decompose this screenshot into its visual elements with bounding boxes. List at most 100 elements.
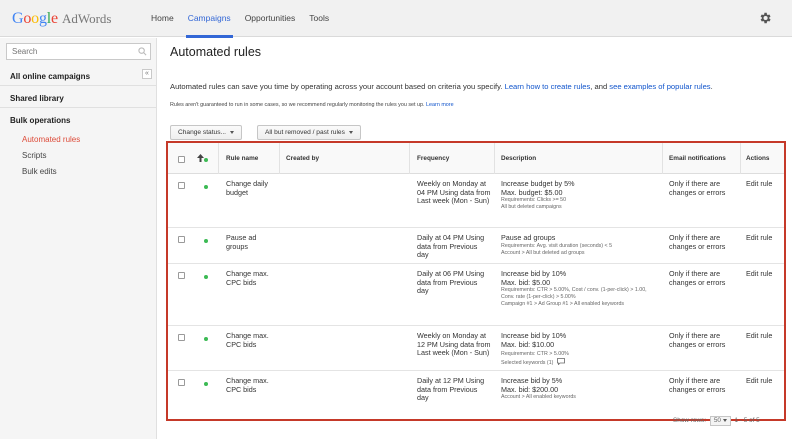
collapse-sidebar-button[interactable]: «	[142, 69, 152, 79]
rules-table: Rule name Created by Frequency Descripti…	[166, 141, 786, 421]
sidebar-item-shared-library[interactable]: Shared library	[0, 86, 156, 108]
description: Pause ad groups Requirements: Avg. visit…	[501, 233, 656, 257]
chevron-down-icon	[722, 418, 727, 422]
description-main: Increase bid by 10% Max. bid: $10.00	[501, 331, 567, 349]
row-checkbox[interactable]	[178, 272, 185, 279]
email-notifications: Only if there are changes or errors	[669, 376, 726, 394]
email-notifications: Only if there are changes or errors	[669, 331, 726, 349]
table-header: Rule name Created by Frequency Descripti…	[168, 143, 784, 174]
comment-icon[interactable]	[557, 358, 566, 366]
rule-name[interactable]: Change max. CPC bids	[226, 376, 274, 394]
table-row: Change daily budget Weekly on Monday at …	[168, 174, 784, 228]
column-divider	[662, 143, 663, 174]
email-notifications: Only if there are changes or errors	[669, 269, 726, 287]
description-main: Increase bid by 10% Max. bid: $5.00	[501, 269, 567, 287]
top-bar: Google AdWords Home Campaigns Opportunit…	[0, 0, 792, 38]
description-main: Increase bid by 5% Max. bid: $200.00	[501, 376, 563, 394]
sidebar-item-label: All online campaigns	[10, 72, 91, 81]
col-rule-name[interactable]: Rule name	[226, 155, 258, 162]
status-dot-icon	[204, 158, 208, 162]
frequency: Weekly on Monday at 12 PM Using data fro…	[417, 331, 491, 358]
sidebar-item-scripts[interactable]: Scripts	[22, 151, 46, 160]
edit-rule-link[interactable]: Edit rule	[746, 269, 774, 279]
change-status-label: Change status...	[178, 129, 227, 136]
intro-text: Automated rules can save you time by ope…	[170, 82, 775, 92]
col-description[interactable]: Description	[501, 155, 536, 162]
sidebar-item-all-campaigns[interactable]: All online campaigns	[0, 64, 156, 86]
frequency: Daily at 12 PM Using data from Previous …	[417, 376, 485, 403]
chevron-down-icon	[348, 130, 353, 134]
column-divider	[494, 143, 495, 174]
rule-name[interactable]: Change max. CPC bids	[226, 331, 274, 349]
description: Increase bid by 5% Max. bid: $200.00 Acc…	[501, 376, 656, 401]
rule-filter-label: All but removed / past rules	[265, 129, 345, 136]
google-adwords-logo[interactable]: Google AdWords	[12, 10, 111, 28]
description-requirements: Requirements: Clicks >= 50 All but delet…	[501, 197, 567, 211]
edit-rule-link[interactable]: Edit rule	[746, 331, 774, 341]
frequency: Daily at 06 PM Using data from Previous …	[417, 269, 485, 296]
edit-rule-link[interactable]: Edit rule	[746, 233, 774, 243]
chevron-down-icon	[230, 130, 235, 134]
sidebar-item-automated-rules[interactable]: Automated rules	[22, 135, 80, 144]
frequency: Daily at 04 PM Using data from Previous …	[417, 233, 485, 260]
learn-create-rules-link[interactable]: Learn how to create rules	[505, 82, 591, 91]
product-name: AdWords	[61, 11, 112, 26]
table-row: Pause ad groups Daily at 04 PM Using dat…	[168, 228, 784, 264]
disclaimer-text: Rules aren't guaranteed to run in some c…	[170, 102, 454, 108]
col-created-by[interactable]: Created by	[286, 155, 319, 162]
intro-joiner: , and	[590, 82, 610, 91]
search-icon[interactable]	[138, 47, 147, 56]
popular-rules-link[interactable]: see examples of popular rules	[609, 82, 710, 91]
search-input[interactable]	[7, 44, 132, 59]
row-range: 1 - 5 of 5	[734, 417, 760, 424]
status-dot-icon	[204, 275, 208, 279]
col-frequency[interactable]: Frequency	[417, 155, 449, 162]
table-row: Change max. CPC bids Daily at 12 PM Usin…	[168, 371, 784, 415]
description-requirements: Requirements: Avg. visit duration (secon…	[501, 242, 613, 256]
email-notifications: Only if there are changes or errors	[669, 233, 726, 251]
status-dot-icon	[204, 239, 208, 243]
sort-arrow-icon[interactable]	[197, 154, 204, 162]
select-all-checkbox[interactable]	[178, 156, 185, 163]
edit-rule-link[interactable]: Edit rule	[746, 376, 774, 386]
rule-filter-dropdown[interactable]: All but removed / past rules	[257, 125, 361, 140]
show-rows-select[interactable]: 50	[709, 416, 731, 426]
email-notifications: Only if there are changes or errors	[669, 179, 726, 197]
column-divider	[279, 143, 280, 174]
settings-gear-icon[interactable]	[758, 11, 772, 25]
description: Increase bid by 10% Max. bid: $5.00 Requ…	[501, 269, 656, 308]
change-status-button[interactable]: Change status...	[170, 125, 243, 140]
row-checkbox[interactable]	[178, 379, 185, 386]
sidebar-item-bulk-edits[interactable]: Bulk edits	[22, 167, 57, 176]
learn-more-link[interactable]: Learn more	[426, 102, 454, 108]
col-email-notifications[interactable]: Email notifications	[669, 155, 726, 162]
rule-name[interactable]: Pause ad groups	[226, 233, 274, 251]
intro-end: .	[710, 82, 713, 91]
nav-home[interactable]: Home	[145, 0, 180, 37]
sidebar: All online campaigns « Shared library Bu…	[0, 38, 157, 439]
table-row: Change max. CPC bids Weekly on Monday at…	[168, 326, 784, 371]
sidebar-search	[6, 43, 151, 60]
description-main: Increase budget by 5% Max. budget: $5.00	[501, 179, 575, 197]
sidebar-item-label: Shared library	[10, 94, 64, 103]
row-checkbox[interactable]	[178, 334, 185, 341]
nav-tools[interactable]: Tools	[303, 0, 335, 37]
nav-opportunities[interactable]: Opportunities	[239, 0, 302, 37]
status-dot-icon	[204, 337, 208, 341]
rule-name[interactable]: Change daily budget	[226, 179, 278, 197]
show-rows-value: 50	[713, 417, 721, 424]
sidebar-item-bulk-operations[interactable]: Bulk operations	[10, 116, 70, 125]
description-main: Pause ad groups	[501, 233, 556, 242]
description-requirements: Account > All enabled keywords	[501, 394, 576, 401]
disclaimer-sentence: Rules aren't guaranteed to run in some c…	[170, 102, 427, 108]
rule-name[interactable]: Change max. CPC bids	[226, 269, 274, 287]
description-requirements: Requirements: CTR > 5.00%, Cost / conv. …	[501, 287, 647, 308]
nav-campaigns[interactable]: Campaigns	[182, 0, 237, 38]
row-checkbox[interactable]	[178, 182, 185, 189]
column-divider	[740, 143, 741, 174]
row-checkbox[interactable]	[178, 236, 185, 243]
intro-sentence: Automated rules can save you time by ope…	[170, 82, 505, 91]
page-title: Automated rules	[170, 45, 262, 59]
edit-rule-link[interactable]: Edit rule	[746, 179, 774, 189]
show-rows-label: Show rows:	[673, 417, 707, 424]
